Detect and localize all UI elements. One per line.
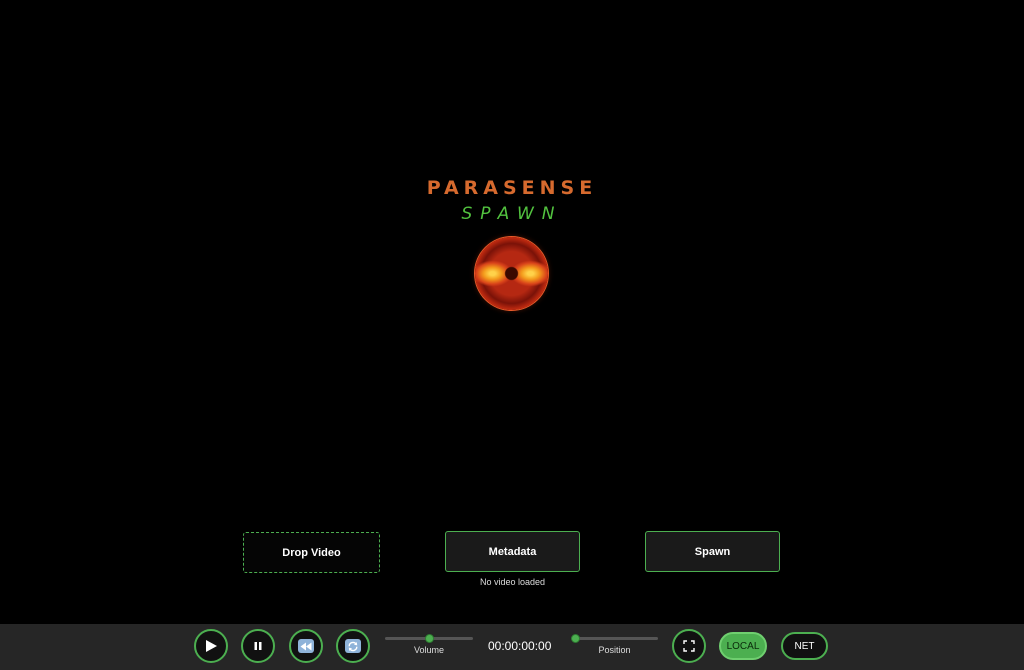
pause-button[interactable] <box>241 629 275 663</box>
video-status-text: No video loaded <box>479 577 546 587</box>
logo-subtitle: SPAWN <box>461 204 563 224</box>
net-mode-button[interactable]: NET <box>781 632 828 660</box>
play-button[interactable] <box>194 629 228 663</box>
volume-slider-thumb[interactable] <box>424 634 434 643</box>
rewind-icon <box>298 639 314 653</box>
fullscreen-icon <box>683 640 695 652</box>
loop-button[interactable] <box>336 629 370 663</box>
pause-icon <box>254 642 262 650</box>
fullscreen-button[interactable] <box>672 629 706 663</box>
logo-orb <box>475 237 548 310</box>
loop-icon <box>345 639 361 653</box>
drop-video-zone[interactable]: Drop Video <box>243 532 380 573</box>
timecode-display: 00:00:00:00 <box>488 639 552 653</box>
volume-label: Volume <box>413 645 445 655</box>
local-mode-button[interactable]: LOCAL <box>719 632 767 660</box>
logo-title: PARASENSE <box>426 177 598 199</box>
control-bar: Volume 00:00:00:00 Position LOCAL NET <box>0 624 1024 670</box>
position-slider-thumb[interactable] <box>571 634 580 643</box>
spawn-button[interactable]: Spawn <box>645 531 780 572</box>
app-window: PARASENSE SPAWN Drop Video Metadata Spaw… <box>0 0 1024 670</box>
metadata-button[interactable]: Metadata <box>445 531 580 572</box>
position-label: Position <box>598 645 631 655</box>
play-icon <box>206 640 217 652</box>
rewind-button[interactable] <box>289 629 323 663</box>
volume-slider[interactable] <box>385 634 473 643</box>
position-slider[interactable] <box>571 634 658 643</box>
